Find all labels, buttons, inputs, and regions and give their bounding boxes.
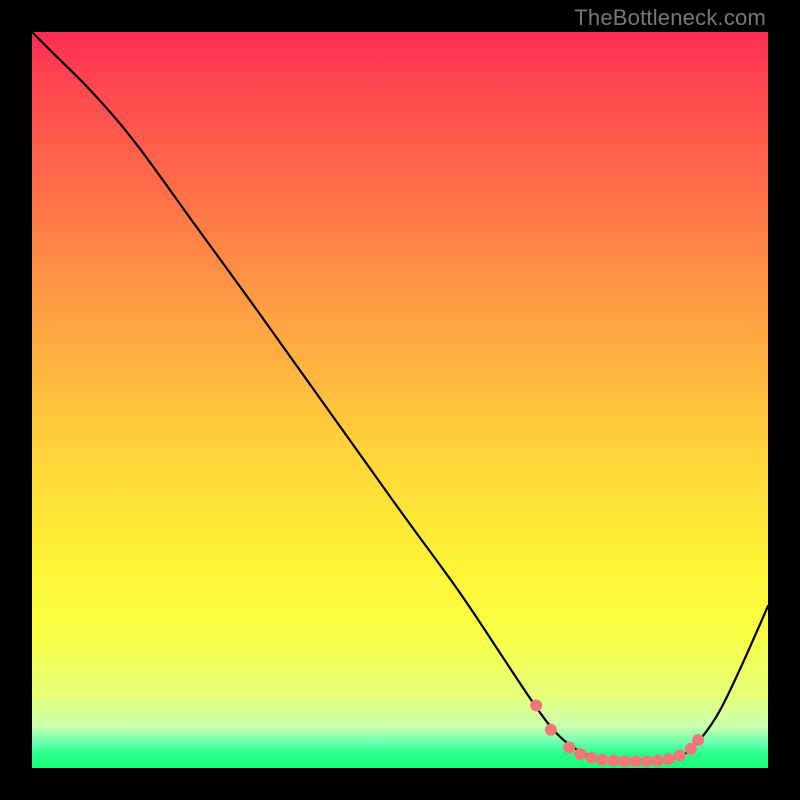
optimal-zone-dot: [596, 754, 608, 766]
optimal-zone-dot: [530, 699, 542, 711]
optimal-zone-dot: [663, 753, 675, 765]
plot-area: [32, 32, 768, 768]
optimal-zone-dot: [585, 752, 597, 764]
watermark-text: TheBottleneck.com: [574, 5, 766, 31]
optimal-zone-dot: [574, 748, 586, 760]
optimal-zone-dot: [692, 734, 704, 746]
optimal-zone-dot: [641, 755, 653, 767]
optimal-zone-dot: [630, 755, 642, 767]
optimal-zone-dot: [618, 755, 630, 767]
optimal-zone-dot: [545, 724, 557, 736]
optimal-zone-dot: [674, 749, 686, 761]
chart-svg: [32, 32, 768, 768]
optimal-zone-dot: [607, 755, 619, 767]
optimal-zone-dot: [652, 755, 664, 767]
chart-frame: TheBottleneck.com: [0, 0, 800, 800]
bottleneck-curve: [32, 32, 768, 762]
optimal-zone-dot: [563, 741, 575, 753]
